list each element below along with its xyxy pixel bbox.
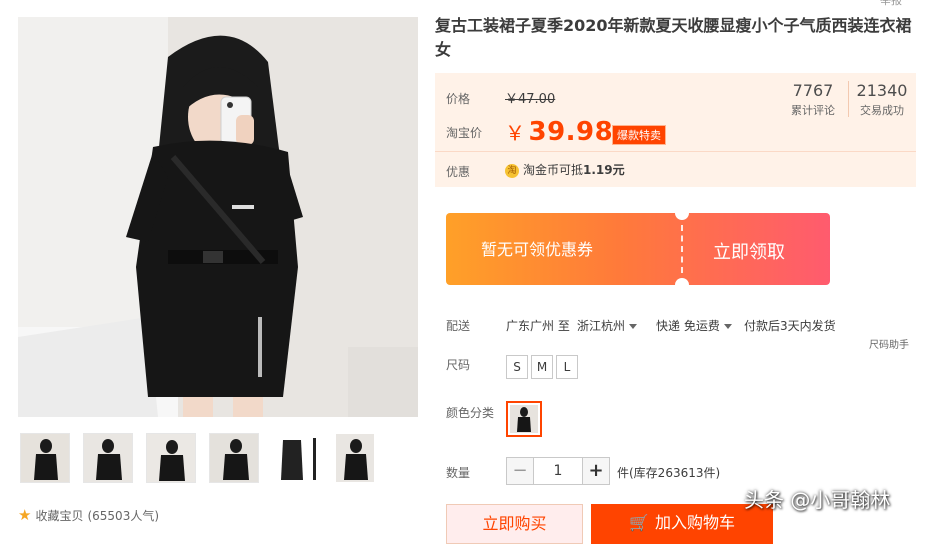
thumbnail-image	[147, 434, 195, 482]
hot-sale-badge: 爆款特卖	[612, 125, 666, 145]
thumbnail-4[interactable]	[209, 433, 259, 483]
add-to-cart-label: 加入购物车	[654, 513, 735, 532]
size-label: 尺码	[446, 358, 471, 372]
quantity-stepper: − 1 +	[506, 457, 610, 485]
collect-link[interactable]: ★ 收藏宝贝 (65503人气)	[18, 506, 159, 524]
price-divider	[435, 151, 916, 152]
currency-symbol: ￥	[505, 121, 526, 145]
size-option-s[interactable]: S	[506, 355, 528, 379]
shipping-method-select[interactable]: 快递 免运费	[656, 317, 732, 334]
orig-price-label: 价格	[446, 92, 471, 106]
coupon-notch-bottom	[675, 278, 689, 292]
promo-label: 优惠	[446, 165, 471, 179]
deals-label: 交易成功	[860, 104, 904, 117]
thumbnail-5[interactable]	[272, 433, 322, 483]
thumbnail-1[interactable]	[20, 433, 70, 483]
delivery-to: 浙江杭州	[577, 319, 626, 333]
current-price-value: 39.98	[528, 117, 614, 147]
thumbnail-3[interactable]	[146, 433, 196, 483]
size-option-l[interactable]: L	[556, 355, 578, 379]
promo-amount: 1.19元	[583, 163, 625, 177]
coupon-notch-top	[675, 206, 689, 220]
taojinbi-coin-icon: 淘	[505, 163, 519, 178]
current-price: ￥ 39.98	[505, 117, 613, 147]
claim-coupon-button[interactable]: 立即领取	[713, 238, 785, 264]
main-product-image[interactable]	[18, 17, 418, 417]
cart-icon: 🛒	[629, 513, 649, 532]
promo-text-prefix: 淘金币可抵	[523, 163, 584, 177]
color-swatch-image	[510, 405, 538, 433]
thumbnail-2[interactable]	[83, 433, 133, 483]
size-options: SML	[506, 355, 581, 379]
size-option-m[interactable]: M	[531, 355, 553, 379]
delivery-from: 广东广州 至	[506, 319, 570, 333]
model-photo	[18, 17, 418, 417]
product-title: 复古工装裙子夏季2020年新款夏天收腰显瘦小个子气质西装连衣裙女	[435, 16, 912, 59]
delivery-label: 配送	[446, 319, 471, 333]
watermark: 头条 @小哥翰林	[744, 488, 891, 512]
quantity-decrease-button[interactable]: −	[506, 457, 534, 485]
stock-info: 件(库存263613件)	[617, 466, 721, 480]
quantity-increase-button[interactable]: +	[582, 457, 610, 485]
coupon-divider	[681, 225, 683, 273]
collect-label: 收藏宝贝	[35, 508, 84, 523]
thumbnail-image	[84, 434, 132, 482]
reviews-count: 7767	[792, 81, 834, 100]
original-price: ￥47.00	[505, 92, 556, 107]
ship-promise: 付款后3天内发货	[744, 319, 836, 333]
deals-count: 21340	[856, 81, 908, 100]
color-label: 颜色分类	[446, 406, 495, 420]
reviews-label: 累计评论	[791, 104, 835, 117]
current-price-label: 淘宝价	[446, 126, 483, 140]
price-panel: 价格 ￥47.00 淘宝价 ￥ 39.98 爆款特卖 7767 累计评论 2134…	[435, 73, 916, 187]
thumbnail-image	[273, 434, 321, 482]
quantity-label: 数量	[446, 466, 471, 480]
color-option-black[interactable]	[506, 401, 542, 437]
star-icon: ★	[18, 506, 32, 524]
shipping-method: 快递 免运费	[656, 319, 720, 333]
coupon-status-text: 暂无可领优惠券	[481, 240, 594, 259]
chevron-down-icon	[629, 324, 638, 329]
thumbnail-image	[210, 434, 258, 482]
collect-count: (65503人气)	[87, 508, 160, 523]
coupon-edge	[442, 221, 450, 277]
thumbnail-6[interactable]	[335, 433, 375, 483]
thumbnail-image	[336, 434, 374, 482]
reviews-stat[interactable]: 7767 累计评论	[785, 81, 841, 118]
delivery-to-select[interactable]: 浙江杭州	[577, 317, 638, 334]
quantity-input[interactable]: 1	[534, 457, 582, 485]
deals-stat: 21340 交易成功	[854, 81, 910, 118]
buy-now-button[interactable]: 立即购买	[446, 504, 583, 544]
coupon-banner[interactable]: 暂无可领优惠券 立即领取	[442, 206, 830, 292]
thumbnail-image	[21, 434, 69, 482]
stat-divider	[848, 81, 849, 117]
chevron-down-icon	[723, 324, 732, 329]
report-link[interactable]: 举报	[880, 0, 902, 8]
promo-info: 淘淘金币可抵1.19元	[505, 161, 625, 178]
size-helper-link[interactable]: 尺码助手	[869, 336, 909, 351]
